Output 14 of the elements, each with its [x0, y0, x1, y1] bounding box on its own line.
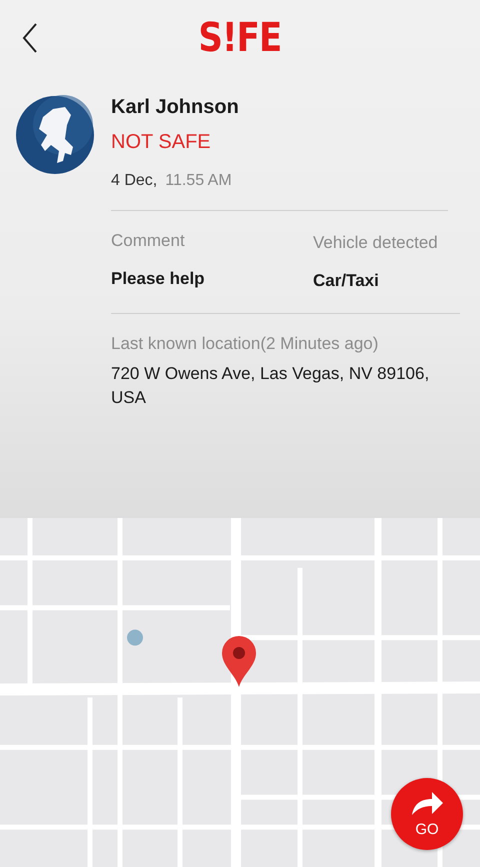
status-label: NOT SAFE	[111, 131, 212, 154]
field-value: Car/Taxi	[313, 271, 380, 291]
alert-date: 4 Dec,	[111, 172, 158, 189]
map-pin-icon	[221, 636, 257, 688]
field-value: Please help	[111, 269, 206, 289]
location-label: Last known location(2 Minutes ago)	[111, 334, 380, 354]
alert-time: 11.55 AM	[165, 172, 232, 189]
share-arrow-icon	[410, 790, 444, 816]
logo: S!FE	[198, 15, 282, 61]
field-label: Comment	[111, 231, 186, 251]
field-label: Vehicle detected	[313, 233, 438, 253]
address-text: 720 W Owens Ave, Las Vegas, NV 89106, USA	[111, 363, 430, 409]
back-icon[interactable]	[22, 23, 38, 53]
contact-name: Karl Johnson	[111, 96, 239, 119]
